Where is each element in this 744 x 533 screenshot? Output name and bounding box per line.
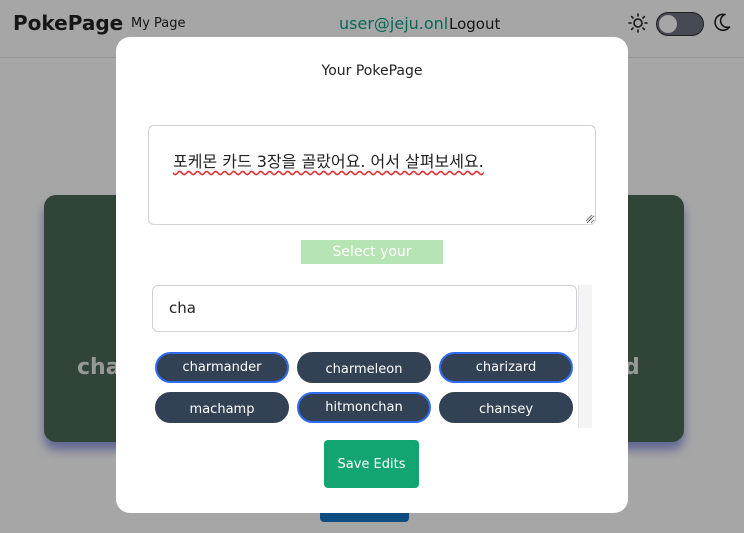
save-edits-button[interactable]: Save Edits bbox=[324, 440, 419, 488]
edit-pokepage-modal: Your PokePage 포케몬 카드 3장을 골랐어요. 어서 살펴보세요.… bbox=[116, 37, 628, 513]
modal-title: Your PokePage bbox=[321, 63, 423, 79]
pokemon-chip[interactable]: charmeleon bbox=[297, 352, 431, 383]
pokemon-chip[interactable]: chansey bbox=[439, 392, 573, 423]
pokemon-chip[interactable]: machamp bbox=[155, 392, 289, 423]
pokemon-picker: cha charmander charmeleon charizard mach… bbox=[152, 284, 592, 429]
pokemon-chip[interactable]: charizard bbox=[439, 352, 573, 383]
message-textarea[interactable]: 포케몬 카드 3장을 골랐어요. 어서 살펴보세요. bbox=[148, 125, 596, 225]
pokemon-chip[interactable]: charmander bbox=[155, 352, 289, 383]
message-text: 포케몬 카드 3장을 골랐어요. 어서 살펴보세요. bbox=[173, 152, 484, 171]
resize-grip-icon[interactable] bbox=[585, 214, 593, 222]
pokemon-chip[interactable]: hitmonchan bbox=[297, 392, 431, 423]
select-pokemon-label: Select your pokemon bbox=[301, 240, 443, 284]
pokemon-search-input[interactable]: cha bbox=[152, 285, 577, 332]
